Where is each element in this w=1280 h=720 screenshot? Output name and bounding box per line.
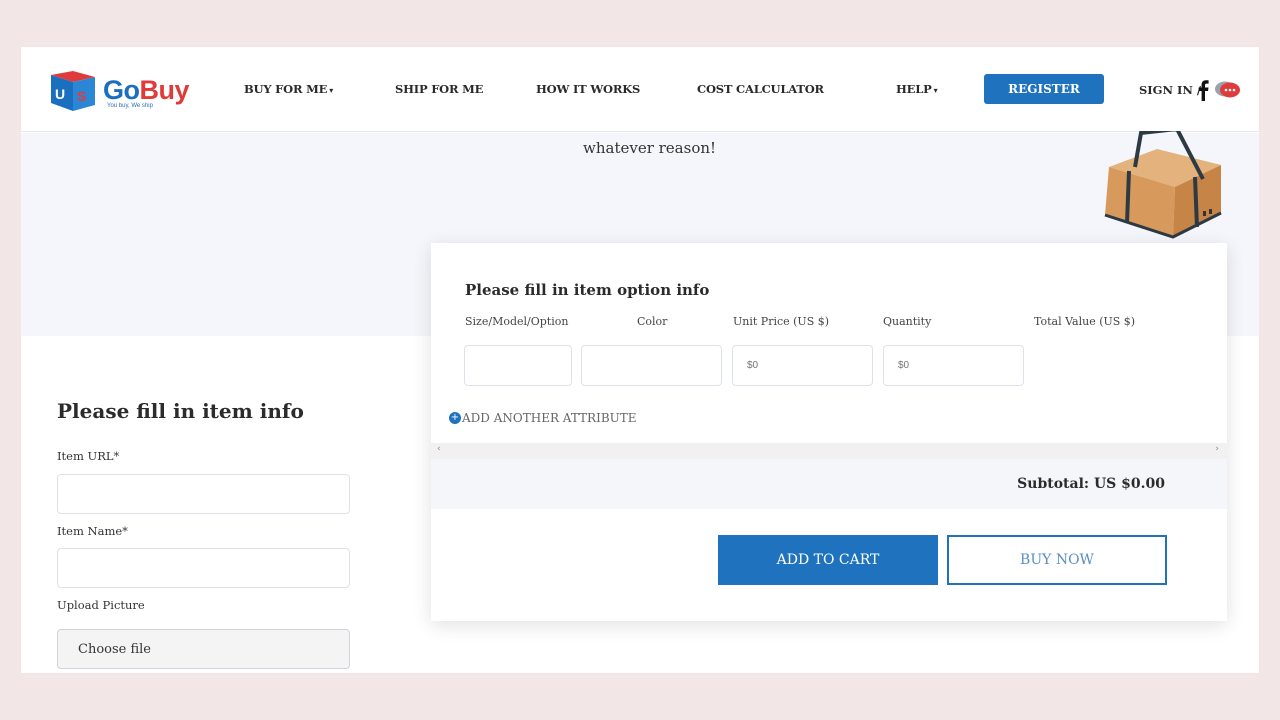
subtotal-bar: Subtotal: US $0.00 [431, 459, 1227, 509]
nav-help[interactable]: HELP ▾ [896, 82, 938, 96]
add-to-cart-button[interactable]: ADD TO CART [718, 535, 938, 585]
add-attribute-label: ADD ANOTHER ATTRIBUTE [462, 411, 637, 425]
scroll-right-icon[interactable]: › [1215, 444, 1219, 454]
choose-file-button[interactable]: Choose file [57, 629, 350, 669]
column-size-model-option: Size/Model/Option [465, 315, 569, 328]
buy-now-button[interactable]: BUY NOW [947, 535, 1167, 585]
item-option-panel: Please fill in item option info Size/Mod… [431, 243, 1227, 621]
item-url-input[interactable] [57, 474, 350, 514]
logo-wordmark: GoBuy [103, 75, 190, 105]
color-input[interactable] [581, 345, 722, 386]
hero-text: whatever reason! [583, 139, 717, 157]
gobuy-logo[interactable]: U S GoBuy You buy, We ship [45, 69, 195, 113]
site-header: U S GoBuy You buy, We ship BUY FOR ME ▾ S… [21, 47, 1259, 132]
svg-text:S: S [77, 88, 86, 104]
logo-box-icon: U S [51, 71, 95, 111]
column-quantity: Quantity [883, 315, 932, 328]
caret-down-icon: ▾ [329, 85, 334, 95]
sign-in-link[interactable]: SIGN IN / [1139, 83, 1201, 97]
register-button[interactable]: REGISTER [984, 74, 1104, 104]
size-model-option-input[interactable] [464, 345, 572, 386]
add-another-attribute-link[interactable]: + ADD ANOTHER ATTRIBUTE [449, 411, 637, 425]
item-option-title: Please fill in item option info [465, 281, 710, 299]
scroll-left-icon[interactable]: ‹ [437, 444, 441, 454]
facebook-icon[interactable] [1197, 79, 1209, 101]
caret-down-icon: ▾ [933, 85, 938, 95]
nav-cost-calculator[interactable]: COST CALCULATOR [697, 82, 824, 96]
nav-buy-for-me[interactable]: BUY FOR ME ▾ [244, 82, 333, 96]
item-name-input[interactable] [57, 548, 350, 588]
column-unit-price: Unit Price (US $) [733, 315, 830, 328]
nav-ship-for-me[interactable]: SHIP FOR ME [395, 82, 483, 96]
unit-price-input[interactable] [732, 345, 873, 386]
quantity-input[interactable] [883, 345, 1024, 386]
nav-how-it-works[interactable]: HOW IT WORKS [536, 82, 640, 96]
page: U S GoBuy You buy, We ship BUY FOR ME ▾ S… [21, 47, 1259, 673]
subtotal-value: Subtotal: US $0.00 [1017, 476, 1165, 492]
package-box-icon [1104, 131, 1222, 239]
svg-text:U: U [55, 86, 65, 102]
item-info-title: Please fill in item info [57, 399, 304, 423]
column-total-value: Total Value (US $) [1034, 315, 1136, 328]
plus-circle-icon: + [449, 412, 461, 424]
column-color: Color [637, 315, 668, 328]
chat-icon[interactable] [1214, 80, 1242, 100]
logo-tagline: You buy, We ship [107, 103, 153, 109]
upload-picture-label: Upload Picture [57, 598, 145, 612]
horizontal-scrollbar[interactable]: ‹ › [431, 443, 1227, 459]
item-url-label: Item URL* [57, 449, 120, 463]
item-name-label: Item Name* [57, 524, 128, 538]
